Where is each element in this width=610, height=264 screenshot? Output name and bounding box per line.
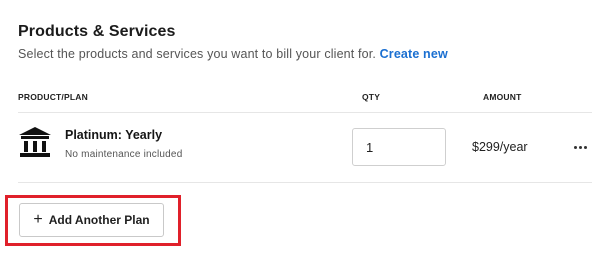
plus-icon: + xyxy=(33,211,43,228)
more-options-button[interactable] xyxy=(570,137,590,157)
plan-note: No maintenance included xyxy=(65,149,183,160)
add-plan-label: Add Another Plan xyxy=(48,213,150,227)
column-header-product: PRODUCT/PLAN xyxy=(18,92,88,102)
section-subtitle: Select the products and services you wan… xyxy=(18,47,448,61)
subtitle-text: Select the products and services you wan… xyxy=(18,47,376,61)
create-new-link[interactable]: Create new xyxy=(380,47,448,61)
bank-building-icon xyxy=(19,127,51,157)
quantity-input[interactable] xyxy=(352,128,446,166)
header-divider xyxy=(18,112,592,113)
row-divider xyxy=(18,182,592,183)
column-header-amount: AMOUNT xyxy=(483,92,522,102)
dot-icon xyxy=(583,145,587,149)
dot-icon xyxy=(573,145,577,149)
plan-name: Platinum: Yearly xyxy=(65,128,163,142)
dot-icon xyxy=(578,145,582,149)
section-title: Products & Services xyxy=(18,23,176,40)
column-header-qty: QTY xyxy=(362,92,381,102)
add-another-plan-button[interactable]: + Add Another Plan xyxy=(19,203,164,237)
amount-value: $299/year xyxy=(472,140,528,154)
